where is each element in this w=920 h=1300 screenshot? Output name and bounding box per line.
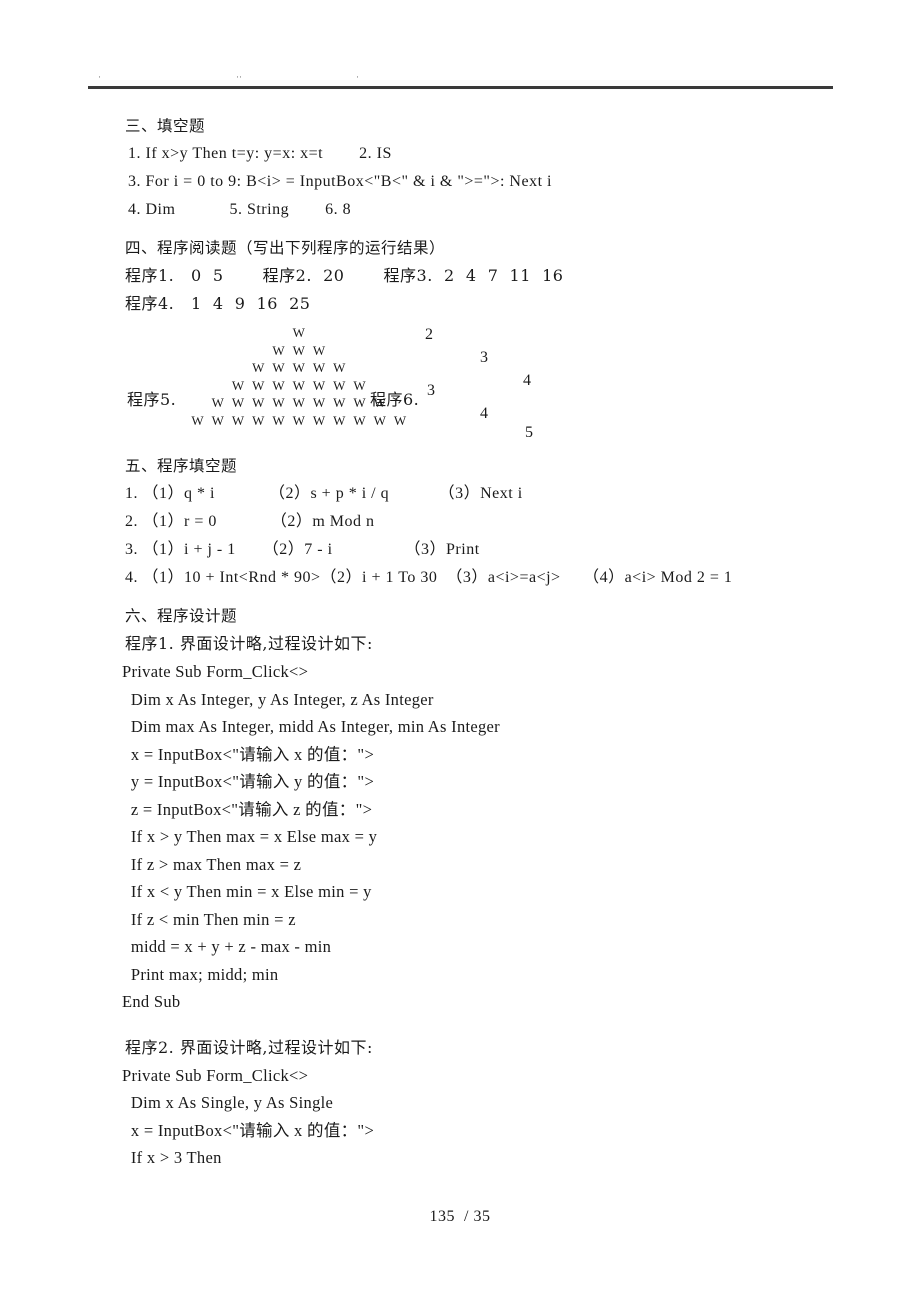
pyramid-row: W	[292, 325, 308, 340]
header-rule	[88, 86, 833, 89]
program-fill-item-4: 4. （1）10 + Int<Rnd * 90>（2）i + 1 To 30 （…	[125, 569, 733, 586]
reading-item-2: 程序4. 1 4 9 16 25	[125, 294, 311, 313]
code-line: y = InputBox<"请输入 y 的值：">	[122, 772, 375, 791]
program6-cell: 5	[525, 424, 533, 441]
section-heading-fill-blank: 三、填空题	[125, 117, 206, 135]
page-number: 135 / 35	[429, 1208, 491, 1225]
program5-label: 程序5.	[127, 390, 177, 409]
program2-title: 程序2. 界面设计略,过程设计如下:	[125, 1037, 373, 1057]
page-footer: 135 / 35	[0, 1208, 920, 1226]
program2-code-block: Private Sub Form_Click<> Dim x As Single…	[122, 1062, 920, 1172]
code-line: If x > y Then max = x Else max = y	[122, 827, 378, 846]
document-content: 三、填空题 1. If x>y Then t=y: y=x: x=t 2. IS…	[122, 112, 920, 1172]
code-line: If x > 3 Then	[122, 1148, 222, 1167]
program6-cell: 3	[427, 382, 435, 399]
code-line: x = InputBox<"请输入 x 的值：">	[122, 1120, 375, 1140]
header-mark-3: ·	[356, 72, 359, 82]
pyramid-row: W W W W W	[252, 360, 348, 375]
header-marks: · ·· ·	[88, 72, 833, 84]
code-line: Dim x As Single, y As Single	[122, 1093, 334, 1112]
code-line: Private Sub Form_Click<>	[122, 1065, 309, 1085]
program1-title: 程序1. 界面设计略,过程设计如下:	[125, 634, 373, 653]
program5-pyramid: W W W W W W W W W W W W W W W W W W W W …	[185, 324, 415, 429]
program6-label: 程序6.	[370, 390, 420, 409]
document-page: · ·· · 三、填空题 1. If x>y Then t=y: y=x: x=…	[0, 0, 920, 1300]
program1-code-block: Private Sub Form_Click<> Dim x As Intege…	[122, 658, 920, 1016]
fill-blank-item-3: 4. Dim 5. String 6. 8	[128, 201, 352, 218]
code-line: End Sub	[122, 992, 181, 1011]
header-mark-2: ··	[236, 72, 242, 82]
program6-cell: 2	[425, 326, 433, 343]
program6-cell: 4	[523, 372, 531, 389]
code-line: If z > max Then max = z	[122, 854, 302, 874]
fill-blank-item-2: 3. For i = 0 to 9: B<i> = InputBox<"B<" …	[128, 173, 552, 190]
page-header: · ·· ·	[88, 72, 833, 90]
section-heading-program-fill: 五、程序填空题	[125, 457, 238, 475]
code-line: x = InputBox<"请输入 x 的值：">	[122, 744, 375, 764]
program6-number-grid: 2 3 4 3 4 5	[425, 324, 685, 442]
program6-cell: 3	[480, 349, 488, 366]
code-line: Dim x As Integer, y As Integer, z As Int…	[122, 689, 434, 709]
pyramid-row: W W W	[272, 342, 328, 358]
fill-blank-item-1: 1. If x>y Then t=y: y=x: x=t 2. IS	[128, 145, 392, 162]
reading-item-1: 程序1. 0 5 程序2. 20 程序3. 2 4 7 11 16	[125, 266, 564, 285]
header-mark-1: ·	[98, 72, 101, 82]
section-heading-reading: 四、程序阅读题（写出下列程序的运行结果）	[125, 239, 446, 257]
pattern-output-block: 程序5. W W W W W W W W W W W W W W W W W W…	[125, 324, 920, 442]
program6-cell: 4	[480, 405, 488, 422]
code-line: Print max; midd; min	[122, 964, 279, 984]
section-heading-program-design: 六、程序设计题	[125, 607, 238, 625]
code-line: z = InputBox<"请输入 z 的值：">	[122, 799, 373, 819]
pyramid-row: W W W W W W W W W W W	[191, 412, 409, 428]
program-fill-item-1: 1. （1）q * i （2）s + p * i / q （3）Next i	[125, 485, 523, 502]
program-fill-item-3: 3. （1）i + j - 1 （2）7 - i （3）Print	[125, 541, 480, 558]
code-line: midd = x + y + z - max - min	[122, 937, 332, 956]
code-line: If z < min Then min = z	[122, 909, 296, 929]
code-line: Private Sub Form_Click<>	[122, 662, 309, 681]
code-line: Dim max As Integer, midd As Integer, min…	[122, 717, 500, 736]
program-fill-item-2: 2. （1）r = 0 （2）m Mod n	[125, 513, 375, 530]
code-line: If x < y Then min = x Else min = y	[122, 882, 372, 901]
